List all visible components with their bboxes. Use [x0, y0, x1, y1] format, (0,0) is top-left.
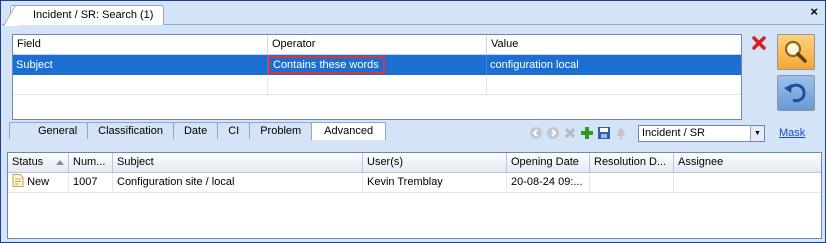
column-header-resolution-date[interactable]: Resolution D... — [590, 153, 674, 172]
empty-field-cell[interactable] — [13, 75, 268, 94]
column-header-field[interactable]: Field — [13, 35, 268, 54]
close-icon[interactable]: × — [810, 4, 818, 20]
magnifier-icon — [784, 40, 807, 63]
tab-incident-search[interactable]: Incident / SR: Search (1) — [10, 5, 165, 25]
criteria-value-cell[interactable]: configuration local — [487, 55, 741, 75]
tab-problem[interactable]: Problem — [249, 122, 313, 139]
tab-general[interactable]: General — [9, 122, 89, 139]
column-header-status[interactable]: Status — [8, 153, 69, 172]
tab-classification[interactable]: Classification — [87, 122, 174, 139]
document-icon — [12, 174, 24, 187]
status-cell: New — [8, 173, 69, 192]
users-cell: Kevin Tremblay — [363, 173, 507, 192]
column-header-subject[interactable]: Subject — [113, 153, 363, 172]
chevron-down-icon[interactable]: ▼ — [750, 126, 764, 141]
criteria-row-empty[interactable] — [13, 75, 741, 95]
next-icon[interactable] — [545, 125, 561, 141]
document-tabstrip: Incident / SR: Search (1) × — [2, 2, 824, 25]
table-row[interactable]: New 1007 Configuration site / local Kevi… — [8, 173, 821, 193]
tab-date[interactable]: Date — [172, 122, 219, 139]
empty-value-cell[interactable] — [487, 75, 741, 94]
entity-type-select[interactable]: Incident / SR ▼ — [638, 125, 765, 142]
results-header: Status Num... Subject User(s) Opening Da… — [8, 153, 821, 173]
column-header-opening-date[interactable]: Opening Date — [507, 153, 590, 172]
column-header-assignee[interactable]: Assignee — [674, 153, 819, 172]
delete-icon[interactable] — [562, 125, 578, 141]
criteria-grid-header: Field Operator Value — [13, 35, 741, 55]
subject-cell: Configuration site / local — [113, 173, 363, 192]
results-grid: Status Num... Subject User(s) Opening Da… — [7, 152, 822, 239]
operator-highlight-box — [268, 56, 385, 74]
criteria-field-cell[interactable]: Subject — [13, 55, 268, 75]
column-header-operator[interactable]: Operator — [268, 35, 487, 54]
bell-icon[interactable] — [613, 125, 629, 141]
tab-advanced[interactable]: Advanced — [311, 122, 387, 140]
opening-date-cell: 20-08-24 09:... — [507, 173, 590, 192]
tab-ci[interactable]: CI — [217, 122, 251, 139]
number-cell: 1007 — [69, 173, 113, 192]
column-header-status-label: Status — [12, 156, 44, 168]
assignee-cell — [674, 173, 819, 192]
save-icon[interactable] — [596, 125, 612, 141]
reset-search-button[interactable] — [777, 75, 815, 111]
criteria-grid: Field Operator Value Subject Contains th… — [12, 34, 742, 120]
empty-operator-cell[interactable] — [268, 75, 487, 94]
criteria-operator-cell[interactable]: Contains these words — [268, 55, 487, 75]
criteria-tabs: General Classification Date CI Problem A… — [9, 122, 387, 140]
entity-type-value: Incident / SR — [642, 127, 705, 139]
delete-criteria-icon[interactable] — [751, 35, 767, 51]
status-value: New — [27, 176, 50, 188]
previous-icon[interactable] — [528, 125, 544, 141]
add-icon[interactable] — [579, 125, 595, 141]
column-header-value[interactable]: Value — [487, 35, 741, 54]
mask-link[interactable]: Mask — [779, 127, 805, 139]
tab-incident-search-label: Incident / SR: Search (1) — [33, 9, 154, 21]
criteria-row[interactable]: Subject Contains these words configurati… — [13, 55, 741, 75]
column-header-number[interactable]: Num... — [69, 153, 113, 172]
results-toolbar — [528, 125, 629, 141]
resolution-date-cell — [590, 173, 674, 192]
search-button[interactable] — [777, 34, 815, 70]
sort-ascending-icon — [56, 160, 64, 165]
column-header-users[interactable]: User(s) — [363, 153, 507, 172]
undo-arrow-icon — [784, 83, 806, 103]
search-window: Incident / SR: Search (1) × Field Operat… — [0, 0, 826, 243]
